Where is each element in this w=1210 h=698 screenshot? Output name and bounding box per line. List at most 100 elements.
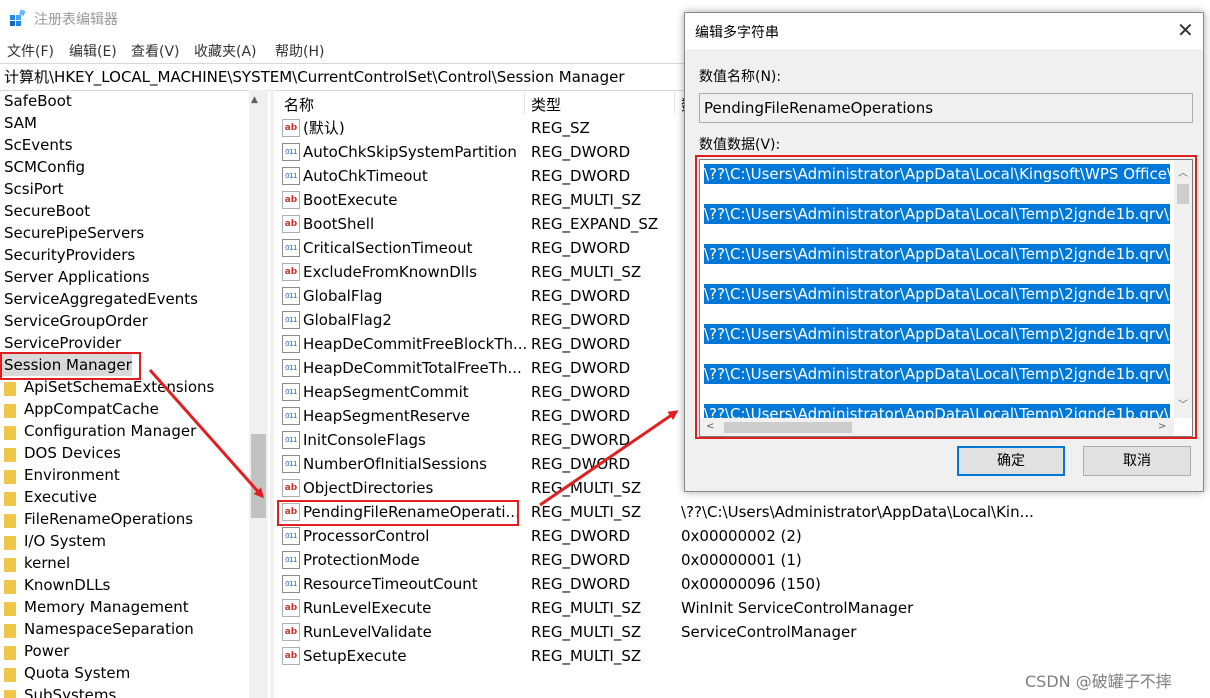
tree-item[interactable]: Power <box>24 640 69 662</box>
binary-value-icon: 011 <box>282 287 300 305</box>
value-name[interactable]: HeapDeCommitFreeBlockTh... <box>303 332 527 356</box>
value-name[interactable]: InitConsoleFlags <box>303 428 426 452</box>
tree-scroll-thumb[interactable] <box>251 434 266 518</box>
tree-item[interactable]: SCMConfig <box>4 156 85 178</box>
value-name[interactable]: HeapSegmentCommit <box>303 380 469 404</box>
value-type: REG_MULTI_SZ <box>531 647 642 665</box>
value-name[interactable]: ProtectionMode <box>303 548 420 572</box>
tree-item[interactable]: Environment <box>24 464 120 486</box>
binary-value-icon: 011 <box>282 359 300 377</box>
value-name-field[interactable]: PendingFileRenameOperations <box>699 93 1193 123</box>
folder-icon <box>4 448 16 462</box>
tree-item[interactable]: FileRenameOperations <box>24 508 193 530</box>
scroll-up-arrow-icon[interactable]: ▲ <box>251 95 258 105</box>
menu-file[interactable]: 文件(F) <box>7 41 54 61</box>
tree-item[interactable]: ServiceProvider <box>4 332 121 354</box>
ok-button[interactable]: 确定 <box>957 446 1065 476</box>
tree-item[interactable]: DOS Devices <box>24 442 121 464</box>
tree-scrollbar[interactable] <box>249 90 268 698</box>
tree-item[interactable]: NamespaceSeparation <box>24 618 194 640</box>
value-type: REG_MULTI_SZ <box>531 479 642 497</box>
tree-item[interactable]: ScsiPort <box>4 178 64 200</box>
tree-item[interactable]: Executive <box>24 486 97 508</box>
tree-item[interactable]: Server Applications <box>4 266 150 288</box>
value-name[interactable]: HeapSegmentReserve <box>303 404 470 428</box>
dialog-title: 编辑多字符串 <box>695 25 779 41</box>
value-name[interactable]: BootShell <box>303 212 374 236</box>
value-data: 0x00000001 (1) <box>681 551 802 569</box>
binary-value-icon: 011 <box>282 551 300 569</box>
value-name[interactable]: (默认) <box>303 116 345 140</box>
binary-value-icon: 011 <box>282 455 300 473</box>
string-value-icon: ab <box>282 623 300 641</box>
value-name[interactable]: CriticalSectionTimeout <box>303 236 472 260</box>
tree-item[interactable]: Memory Management <box>24 596 189 618</box>
tree-item[interactable]: Configuration Manager <box>24 420 196 442</box>
folder-icon <box>4 382 16 396</box>
folder-icon <box>4 624 16 638</box>
string-value-icon: ab <box>282 599 300 617</box>
value-name[interactable]: ExcludeFromKnownDlls <box>303 260 477 284</box>
value-type: REG_EXPAND_SZ <box>531 215 659 233</box>
folder-icon <box>4 690 16 698</box>
tree-item[interactable]: SAM <box>4 112 37 134</box>
column-divider[interactable] <box>674 92 675 114</box>
value-name[interactable]: BootExecute <box>303 188 398 212</box>
value-type: REG_DWORD <box>531 239 631 257</box>
tree-item[interactable]: Quota System <box>24 662 130 684</box>
folder-icon <box>4 668 16 682</box>
tree-item[interactable]: kernel <box>24 552 70 574</box>
pane-splitter[interactable] <box>270 90 274 698</box>
value-name[interactable]: RunLevelValidate <box>303 620 432 644</box>
highlight-data-area <box>695 155 1197 439</box>
tree-item[interactable]: SecureBoot <box>4 200 90 222</box>
menu-edit[interactable]: 编辑(E) <box>69 41 117 61</box>
value-type: REG_DWORD <box>531 551 631 569</box>
window-title: 注册表编辑器 <box>34 12 118 28</box>
cancel-button[interactable]: 取消 <box>1083 446 1191 476</box>
folder-icon <box>4 492 16 506</box>
tree-item[interactable]: ServiceAggregatedEvents <box>4 288 198 310</box>
tree-item[interactable]: ServiceGroupOrder <box>4 310 148 332</box>
binary-value-icon: 011 <box>282 311 300 329</box>
tree-item[interactable]: KnownDLLs <box>24 574 110 596</box>
string-value-icon: ab <box>282 647 300 665</box>
value-data: \??\C:\Users\Administrator\AppData\Local… <box>681 503 1034 521</box>
value-name[interactable]: GlobalFlag2 <box>303 308 392 332</box>
value-name[interactable]: ProcessorControl <box>303 524 429 548</box>
column-header-name[interactable]: 名称 <box>284 94 314 115</box>
value-name[interactable]: NumberOfInitialSessions <box>303 452 487 476</box>
value-name[interactable]: AutoChkSkipSystemPartition <box>303 140 517 164</box>
binary-value-icon: 011 <box>282 335 300 353</box>
binary-value-icon: 011 <box>282 431 300 449</box>
binary-value-icon: 011 <box>282 575 300 593</box>
tree-item[interactable]: SecurityProviders <box>4 244 135 266</box>
tree-item[interactable]: AppCompatCache <box>24 398 159 420</box>
value-type: REG_MULTI_SZ <box>531 623 642 641</box>
menu-favorites[interactable]: 收藏夹(A) <box>194 41 257 61</box>
binary-value-icon: 011 <box>282 239 300 257</box>
close-icon[interactable]: ✕ <box>1177 18 1194 42</box>
value-name[interactable]: ObjectDirectories <box>303 476 433 500</box>
column-header-type[interactable]: 类型 <box>531 94 561 115</box>
value-name[interactable]: SetupExecute <box>303 644 407 668</box>
value-name[interactable]: ResourceTimeoutCount <box>303 572 478 596</box>
tree-item[interactable]: SubSystems <box>24 684 116 698</box>
column-divider[interactable] <box>524 92 525 114</box>
value-name[interactable]: RunLevelExecute <box>303 596 431 620</box>
value-name[interactable]: AutoChkTimeout <box>303 164 428 188</box>
value-type: REG_DWORD <box>531 431 631 449</box>
value-type: REG_MULTI_SZ <box>531 503 642 521</box>
tree-item[interactable]: I/O System <box>24 530 106 552</box>
tree-item[interactable]: SafeBoot <box>4 90 72 112</box>
menu-view[interactable]: 查看(V) <box>131 41 180 61</box>
tree-item[interactable]: SecurePipeServers <box>4 222 144 244</box>
address-path[interactable]: 计算机\HKEY_LOCAL_MACHINE\SYSTEM\CurrentCon… <box>4 66 625 87</box>
tree-item[interactable]: ScEvents <box>4 134 73 156</box>
binary-value-icon: 011 <box>282 527 300 545</box>
value-name[interactable]: HeapDeCommitTotalFreeTh... <box>303 356 522 380</box>
value-name[interactable]: GlobalFlag <box>303 284 382 308</box>
highlight-session-manager <box>0 352 141 380</box>
string-value-icon: ab <box>282 191 300 209</box>
menu-help[interactable]: 帮助(H) <box>275 41 324 61</box>
